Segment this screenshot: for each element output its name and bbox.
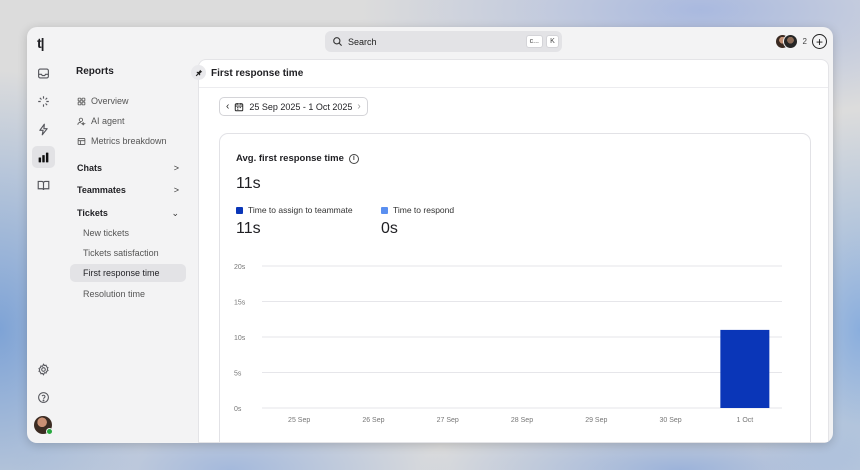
date-range-picker[interactable]: ‹ 25 Sep 2025 - 1 Oct 2025 › (219, 97, 368, 116)
chevron-left-icon[interactable]: ‹ (226, 101, 229, 112)
assign-value: 11s (236, 220, 261, 237)
topbar-right: 2 + (774, 34, 827, 49)
nav-item-tickets-satisfaction[interactable]: Tickets satisfaction (70, 244, 186, 262)
icon-rail: t| (27, 27, 60, 443)
legend-label: Time to assign to teammate (248, 205, 353, 215)
nav-item-resolution-time[interactable]: Resolution time (70, 285, 186, 303)
nav-section-chats[interactable]: Chats > (70, 159, 186, 177)
nav-item-new-tickets[interactable]: New tickets (70, 224, 186, 242)
y-tick-label: 5s (234, 371, 242, 378)
metric-card: Avg. first response time i 11s Time to a… (219, 133, 811, 442)
bolt-icon[interactable] (32, 118, 55, 140)
teammate-avatar (782, 34, 798, 49)
report-panel: First response time ‹ 25 Sep 2025 - 1 Oc… (198, 59, 829, 443)
pin-icon[interactable] (191, 65, 206, 80)
nav-section-label: Teammates (77, 185, 126, 195)
calendar-icon (235, 102, 244, 111)
chevron-right-icon[interactable]: › (357, 101, 360, 112)
nav-section-label: Chats (77, 163, 103, 173)
chevron-right-icon: > (173, 163, 179, 173)
sparkle-icon[interactable] (32, 90, 55, 112)
y-tick-label: 15s (234, 300, 246, 307)
legend-swatch (236, 206, 243, 214)
x-tick-label: 27 Sep (437, 417, 459, 424)
ai-agent-icon (77, 117, 86, 126)
nav-item-label: AI agent (91, 116, 125, 126)
x-tick-label: 30 Sep (659, 417, 681, 424)
book-icon[interactable] (32, 174, 55, 196)
respond-value: 0s (381, 220, 398, 237)
report-header: First response time (199, 60, 828, 88)
chart-bar (720, 329, 770, 408)
card-title-text: Avg. first response time (236, 153, 344, 164)
teammate-avatars[interactable] (774, 34, 798, 49)
y-tick-label: 10s (234, 335, 246, 342)
chevron-down-icon: ⌄ (171, 207, 179, 218)
x-tick-label: 29 Sep (585, 417, 607, 424)
legend-label: Time to respond (393, 205, 455, 215)
nav-item-ai-agent[interactable]: AI agent (70, 112, 186, 130)
search-bar[interactable]: Search c... K (325, 31, 562, 52)
card-title: Avg. first response time i (236, 153, 359, 164)
bar-chart-icon[interactable] (32, 146, 55, 168)
app-logo[interactable]: t| (37, 35, 45, 51)
x-tick-label: 26 Sep (362, 417, 384, 424)
nav-item-metrics-breakdown[interactable]: Metrics breakdown (70, 132, 186, 150)
total-value: 11s (236, 175, 261, 192)
legend-item-respond: Time to respond (381, 205, 454, 215)
nav-item-first-response-time[interactable]: First response time (70, 264, 186, 282)
shortcut-key-1: c... (525, 35, 543, 48)
nav-item-overview[interactable]: Overview (70, 92, 186, 110)
x-tick-label: 25 Sep (288, 417, 310, 424)
nav-section-tickets[interactable]: Tickets ⌄ (70, 204, 186, 222)
nav-item-label: Overview (91, 96, 129, 106)
info-icon[interactable]: i (348, 153, 359, 164)
shortcut-key-2: K (546, 35, 559, 48)
inbox-icon[interactable] (32, 62, 55, 84)
nav-title: Reports (76, 66, 114, 77)
x-tick-label: 1 Oct (736, 417, 753, 424)
teammate-count: 2 (802, 37, 807, 46)
legend-item-assign: Time to assign to teammate (236, 205, 353, 215)
page-title: First response time (211, 68, 304, 79)
gear-icon[interactable] (32, 358, 55, 380)
chevron-right-icon: > (173, 185, 179, 195)
y-tick-label: 20s (234, 264, 246, 271)
help-icon[interactable] (32, 386, 55, 408)
x-tick-label: 28 Sep (511, 417, 533, 424)
add-button[interactable]: + (812, 34, 827, 49)
user-avatar[interactable] (34, 416, 53, 435)
nav-section-label: Tickets (77, 208, 108, 218)
nav-item-label: Metrics breakdown (91, 136, 167, 146)
y-tick-label: 0s (234, 406, 242, 413)
legend-swatch (381, 206, 388, 214)
online-status-dot (46, 428, 53, 435)
app-window: t| Search c... K 2 + Reports Overview AI… (27, 27, 833, 443)
search-icon (333, 37, 343, 47)
nav-section-teammates[interactable]: Teammates > (70, 181, 186, 199)
table-icon (77, 137, 86, 145)
response-time-chart: 0s 5s 10s 15s 20s 25 Sep 26 Sep 27 Sep 28 Sep 29 … (234, 264, 782, 424)
search-label: Search (348, 36, 377, 47)
date-range-label: 25 Sep 2025 - 1 Oct 2025 (249, 101, 353, 112)
grid-icon (77, 97, 86, 105)
